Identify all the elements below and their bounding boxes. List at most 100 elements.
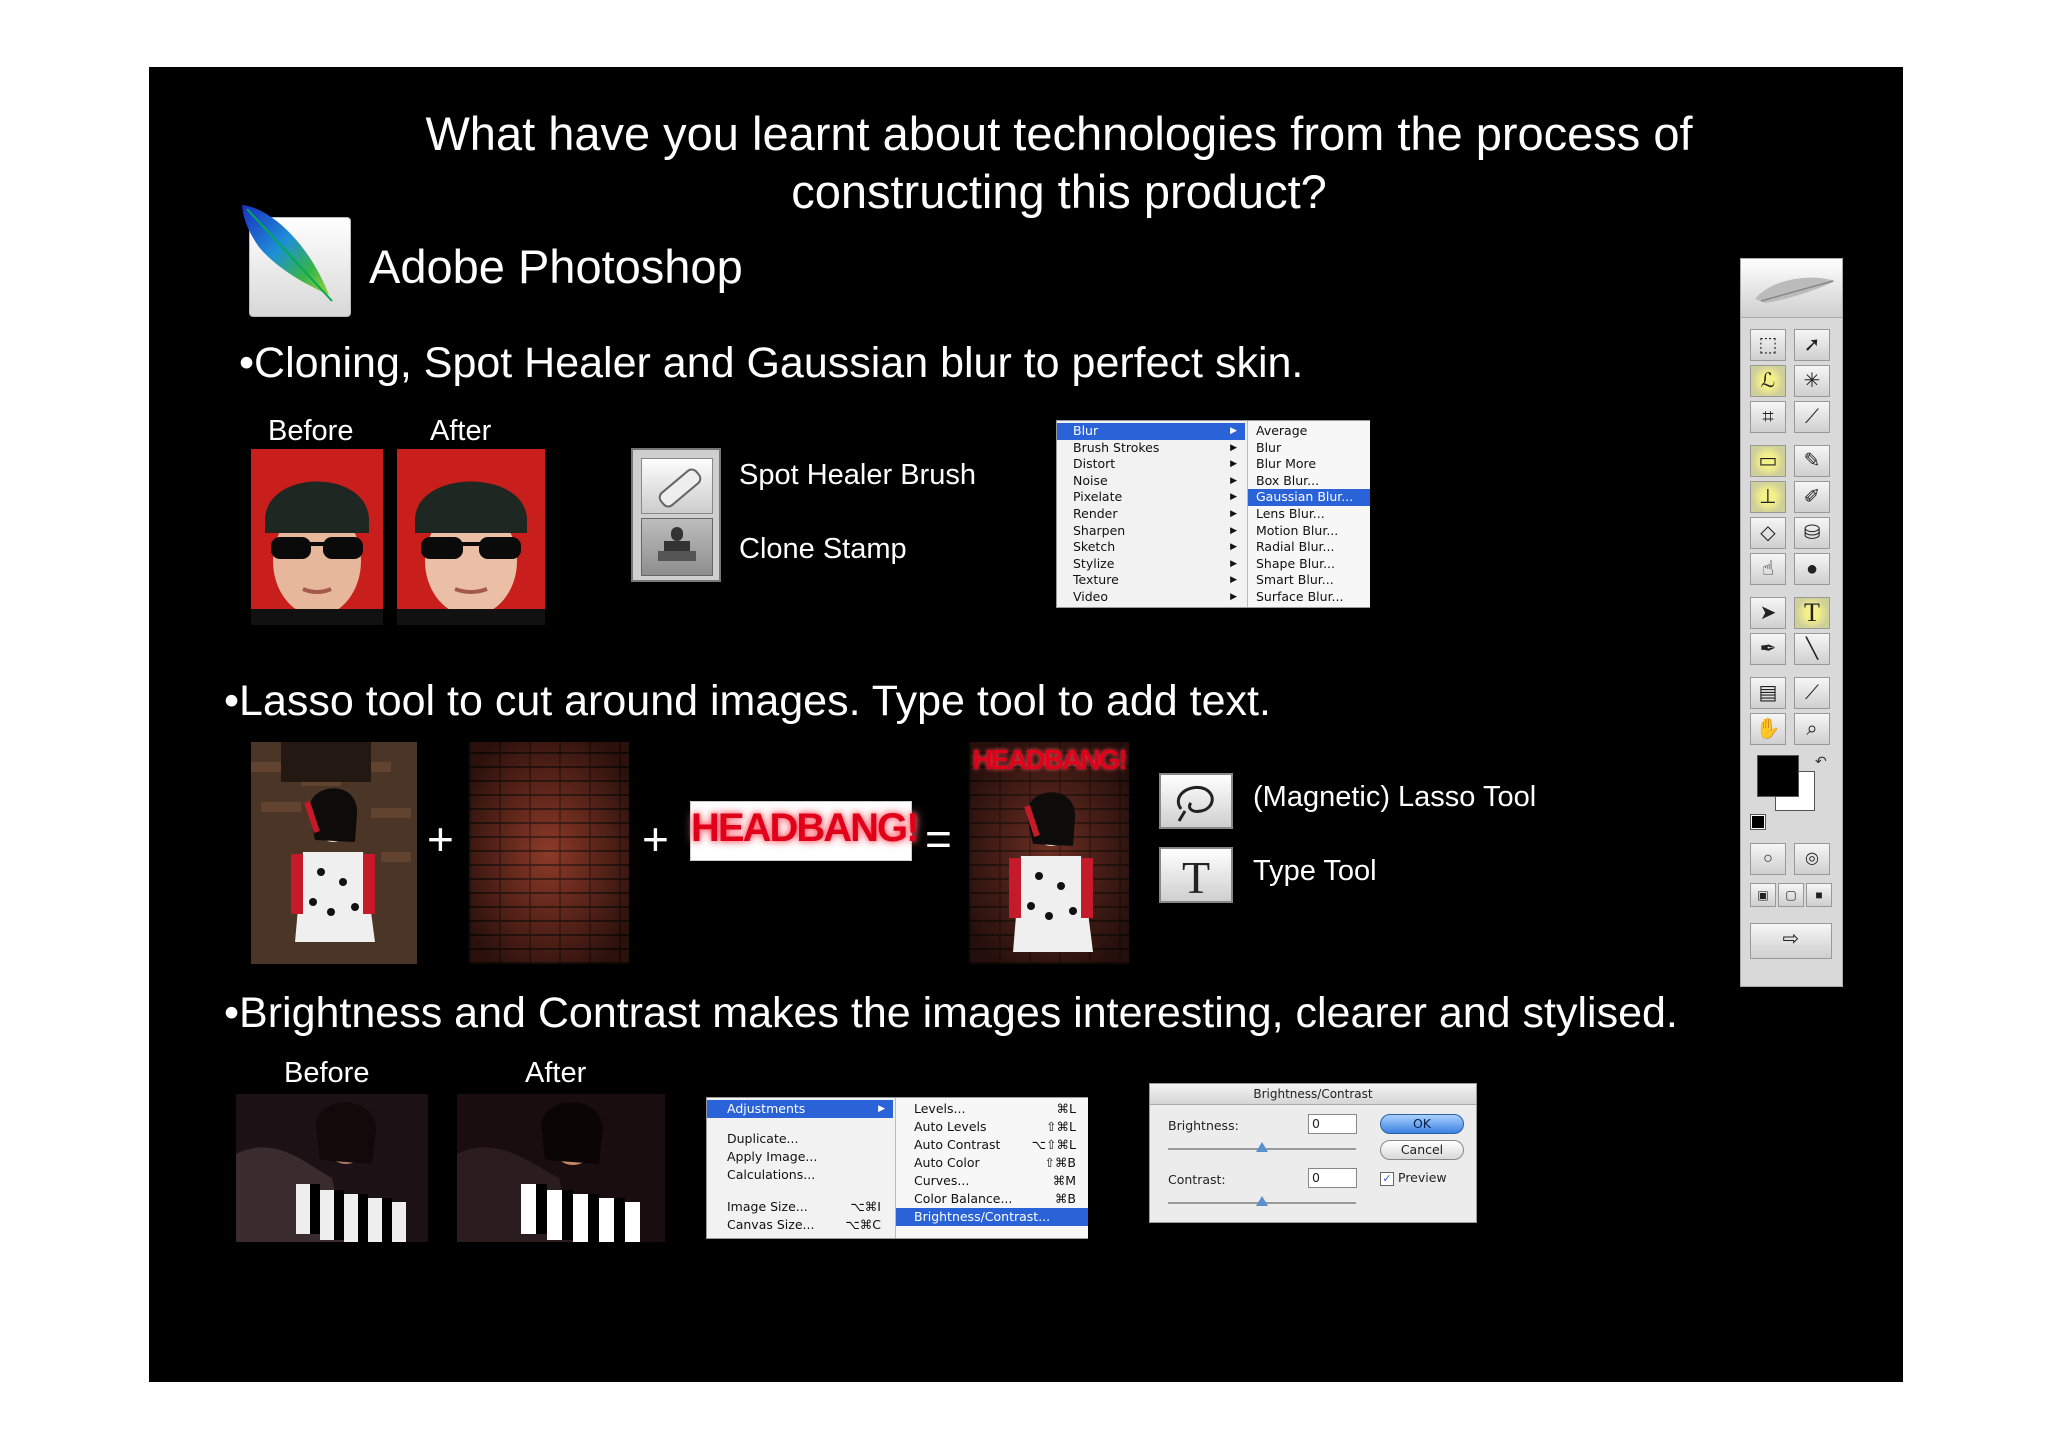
screen-mode-1-icon[interactable]: ▣ (1750, 883, 1776, 907)
slide: What have you learnt about technologies … (149, 67, 1903, 1382)
blur-menu-item[interactable]: Gaussian Blur... (1248, 489, 1370, 506)
submenu-arrow-icon: ▶ (1230, 442, 1237, 453)
healing-tool-icons (631, 448, 721, 582)
magic-wand-icon[interactable]: ✳ (1794, 365, 1830, 397)
brightness-contrast-dialog: Brightness/Contrast Brightness: 0 Contra… (1149, 1083, 1477, 1223)
blur-menu-item-label: Lens Blur... (1256, 506, 1325, 521)
pen-tool-icon[interactable]: ✒ (1750, 633, 1786, 665)
adjustments-menu-item-label: Auto Levels (914, 1119, 987, 1134)
contrast-field[interactable]: 0 (1308, 1168, 1357, 1188)
adjustments-menu-item-shortcut: ⌥⇧⌘L (1031, 1137, 1076, 1152)
smudge-tool-icon[interactable]: ☝ (1750, 553, 1786, 585)
type-glyph: T (1181, 852, 1211, 903)
contrast-slider[interactable] (1168, 1196, 1356, 1206)
adjustments-menu-item[interactable]: Brightness/Contrast... (896, 1208, 1088, 1226)
photoshop-toolbox: ⬚ ➚ ℒ ✳ ⌗ ⟋ ▭ ✎ ⊥ ✐ ◇ ⛁ ☝ ● ➤ T ✒ ╲ ▤ ⟋ … (1740, 258, 1843, 987)
screen-mode-3-icon[interactable]: ■ (1806, 883, 1832, 907)
image-menu-item[interactable]: Canvas Size... ⌥⌘C (707, 1216, 893, 1234)
adjustments-menu-item-shortcut: ⇧⌘L (1046, 1119, 1076, 1134)
brush-tool-icon[interactable]: ✎ (1794, 445, 1830, 477)
filter-submenu-list: Blur ▶ Brush Strokes ▶ Distort ▶ Noise ▶ Pixelat… (1057, 421, 1245, 607)
contrast-slider-thumb[interactable] (1256, 1196, 1268, 1206)
line-tool-icon[interactable]: ╲ (1794, 633, 1830, 665)
blur-menu-item[interactable]: Motion Blur... (1248, 523, 1370, 540)
adjustments-menu-item[interactable]: Levels... ⌘L (896, 1100, 1088, 1118)
clone-stamp-tool-icon[interactable]: ⊥ (1750, 481, 1786, 513)
jump-to-imageready-icon[interactable]: ⇨ (1750, 923, 1832, 959)
screen-mode-2-icon[interactable]: ▢ (1778, 883, 1804, 907)
notes-tool-icon[interactable]: ▤ (1750, 677, 1786, 709)
filter-menu-item[interactable]: Pixelate ▶ (1057, 489, 1245, 506)
blur-menu-item[interactable]: Box Blur... (1248, 473, 1370, 490)
headbang-text: HEADBANG! (691, 806, 919, 850)
image-menu-item-label: Apply Image... (727, 1149, 818, 1164)
image-menu-item-shortcut: ⌥⌘I (850, 1199, 881, 1214)
submenu-arrow-icon: ▶ (1230, 558, 1237, 569)
adjustments-menu-item[interactable]: Auto Color ⇧⌘B (896, 1154, 1088, 1172)
image-menu-item-label: Canvas Size... (727, 1217, 815, 1232)
screen-mode-icons[interactable]: ▣ ▢ ■ (1750, 883, 1832, 907)
image-menu-item[interactable]: Image Size... ⌥⌘I (707, 1198, 893, 1216)
history-brush-icon[interactable]: ✐ (1794, 481, 1830, 513)
dodge-tool-icon[interactable]: ● (1794, 553, 1830, 585)
hand-tool-icon[interactable]: ✋ (1750, 713, 1786, 745)
slice-tool-icon[interactable]: ⟋ (1794, 401, 1830, 433)
move-tool-icon[interactable]: ➚ (1794, 329, 1830, 361)
blur-menu-item[interactable]: Blur (1248, 440, 1370, 457)
eraser-tool-icon[interactable]: ◇ (1750, 517, 1786, 549)
brightness-slider[interactable] (1168, 1142, 1356, 1152)
image-menu-item[interactable]: Apply Image... (707, 1148, 893, 1166)
default-colors-icon[interactable] (1750, 814, 1766, 830)
lasso-tool-icon[interactable]: ℒ (1750, 365, 1786, 397)
bullet-cloning: •Cloning, Spot Healer and Gaussian blur … (239, 339, 1304, 387)
blur-menu-item[interactable]: Smart Blur... (1248, 572, 1370, 589)
filter-menu-item[interactable]: Brush Strokes ▶ (1057, 440, 1245, 457)
blur-menu-item[interactable]: Lens Blur... (1248, 506, 1370, 523)
filter-menu-item[interactable]: Video ▶ (1057, 589, 1245, 606)
blur-menu-item[interactable]: Radial Blur... (1248, 539, 1370, 556)
standard-mode-icon[interactable]: ○ (1750, 843, 1786, 875)
image-menu-item-label: Calculations... (727, 1167, 816, 1182)
preview-checkbox[interactable]: ✓ (1380, 1172, 1394, 1186)
filter-menu-item[interactable]: Distort ▶ (1057, 456, 1245, 473)
crop-tool-icon[interactable]: ⌗ (1750, 401, 1786, 433)
filter-menu-item-label: Texture (1073, 572, 1119, 588)
adjustments-menu-item[interactable]: Curves... ⌘M (896, 1172, 1088, 1190)
submenu-arrow-icon: ▶ (1230, 426, 1237, 436)
image-menu-item[interactable]: Duplicate... (707, 1130, 893, 1148)
ok-button[interactable]: OK (1380, 1114, 1464, 1134)
adjustments-menu-item-label: Curves... (914, 1173, 970, 1188)
blur-menu-item[interactable]: Blur More (1248, 456, 1370, 473)
filter-menu-item[interactable]: Render ▶ (1057, 506, 1245, 523)
blur-menu-item[interactable]: Surface Blur... (1248, 589, 1370, 606)
filter-menu-item[interactable]: Sketch ▶ (1057, 539, 1245, 556)
filter-menu-item[interactable]: Sharpen ▶ (1057, 523, 1245, 540)
blur-menu-item[interactable]: Shape Blur... (1248, 556, 1370, 573)
brightness-field[interactable]: 0 (1308, 1114, 1357, 1134)
eyedropper-icon[interactable]: ⟋ (1794, 677, 1830, 709)
paint-bucket-icon[interactable]: ⛁ (1794, 517, 1830, 549)
cancel-button[interactable]: Cancel (1380, 1140, 1464, 1160)
filter-menu-item[interactable]: Noise ▶ (1057, 473, 1245, 490)
filter-menu-item[interactable]: Stylize ▶ (1057, 556, 1245, 573)
adjustments-submenu-list: Levels... ⌘L Auto Levels ⇧⌘L Auto Contrast ⌥⇧… (895, 1098, 1088, 1238)
filter-menu-item[interactable]: Texture ▶ (1057, 572, 1245, 589)
brightness-slider-thumb[interactable] (1256, 1142, 1268, 1152)
blur-menu-item[interactable]: Average (1248, 423, 1370, 440)
image-menu-item[interactable]: Calculations... (707, 1166, 893, 1184)
swap-colors-icon[interactable]: ↶ (1815, 753, 1827, 770)
foreground-color-swatch[interactable] (1757, 755, 1799, 797)
adjustments-menu-item[interactable]: Auto Levels ⇧⌘L (896, 1118, 1088, 1136)
zoom-tool-icon[interactable]: ⌕ (1794, 713, 1830, 745)
marquee-tool-icon[interactable]: ⬚ (1750, 329, 1786, 361)
submenu-arrow-icon: ▶ (1230, 542, 1237, 553)
quick-mask-icon[interactable]: ◎ (1794, 843, 1830, 875)
filter-menu-item[interactable]: Blur ▶ (1057, 423, 1245, 440)
healing-brush-icon[interactable]: ▭ (1750, 445, 1786, 477)
adjustments-menu-item[interactable]: Color Balance... ⌘B (896, 1190, 1088, 1208)
type-tool-icon-small[interactable]: T (1794, 597, 1830, 629)
path-select-icon[interactable]: ➤ (1750, 597, 1786, 629)
image-menu-item[interactable]: Adjustments ▶ (707, 1100, 893, 1118)
brightness-label: Brightness: (1168, 1118, 1239, 1133)
adjustments-menu-item[interactable]: Auto Contrast ⌥⇧⌘L (896, 1136, 1088, 1154)
